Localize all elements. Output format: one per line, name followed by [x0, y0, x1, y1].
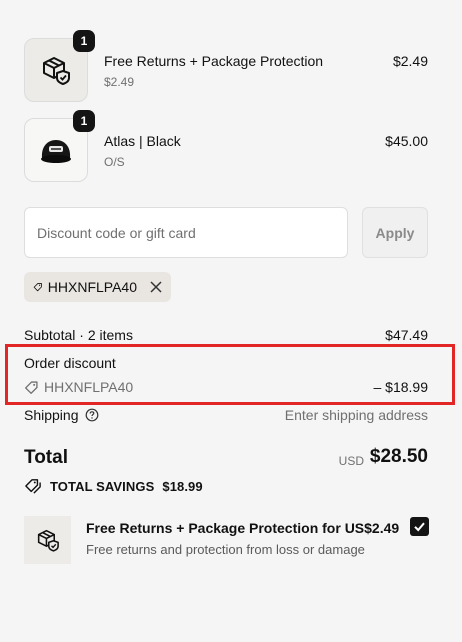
package-shield-icon — [43, 57, 70, 85]
line-item-name: Free Returns + Package Protection — [104, 53, 324, 69]
subtotal-value: $47.49 — [385, 327, 428, 343]
upsell-description: Free returns and protection from loss or… — [86, 542, 365, 557]
tags-icon — [25, 479, 41, 494]
shipping-value: Enter shipping address — [284, 407, 428, 423]
line-item: 1 Atlas | Black O/S $45.00 — [24, 110, 428, 182]
upsell-title: Free Returns + Package Protection for US… — [86, 520, 400, 536]
upsell-thumbnail — [24, 516, 71, 564]
line-item-price: $2.49 — [392, 53, 428, 69]
tag-icon — [33, 283, 42, 292]
applied-code-text: HHXNFLPA40 — [47, 279, 137, 295]
line-item-price: $45.00 — [385, 133, 428, 149]
savings-label: TOTAL SAVINGS — [50, 478, 155, 494]
shipping-label: Shipping — [24, 407, 79, 423]
line-item-name: Atlas | Black — [104, 133, 181, 149]
discount-code-row: HHXNFLPA40 – $18.99 — [24, 379, 428, 398]
help-circle-icon[interactable] — [85, 408, 99, 422]
applied-discount-chip: HHXNFLPA40 — [24, 272, 171, 302]
line-item-subtitle: $2.49 — [104, 75, 135, 89]
quantity-badge: 1 — [73, 110, 95, 132]
remove-discount-icon[interactable] — [150, 281, 162, 293]
total-label: Total — [24, 447, 68, 468]
shipping-row: Shipping Enter shipping address — [24, 407, 428, 423]
savings-value: $18.99 — [162, 478, 203, 494]
package-shield-icon — [37, 529, 59, 552]
subtotal-row: Subtotal · 2 items $47.49 — [24, 327, 428, 343]
upsell-checkbox[interactable] — [410, 517, 429, 536]
apply-discount-button[interactable]: Apply — [362, 207, 428, 258]
total-value: $28.50 — [369, 446, 428, 467]
discount-value: – $18.99 — [373, 379, 429, 395]
black-cap-image — [41, 140, 71, 163]
discount-code-input[interactable] — [24, 207, 348, 258]
line-item-subtitle: O/S — [104, 155, 125, 169]
quantity-badge: 1 — [73, 30, 95, 52]
total-savings: TOTAL SAVINGS $18.99 — [24, 478, 203, 494]
discount-code-text: HHXNFLPA40 — [44, 379, 134, 395]
checkmark-icon — [414, 522, 425, 532]
line-item: 1 Free Returns + Package Protection $2.4… — [24, 30, 428, 102]
tag-icon — [25, 380, 38, 394]
subtotal-label: Subtotal · 2 items — [24, 327, 133, 343]
order-discount-label: Order discount — [24, 355, 116, 371]
currency-code: USD — [338, 454, 364, 468]
order-discount-row: Order discount — [24, 355, 428, 371]
